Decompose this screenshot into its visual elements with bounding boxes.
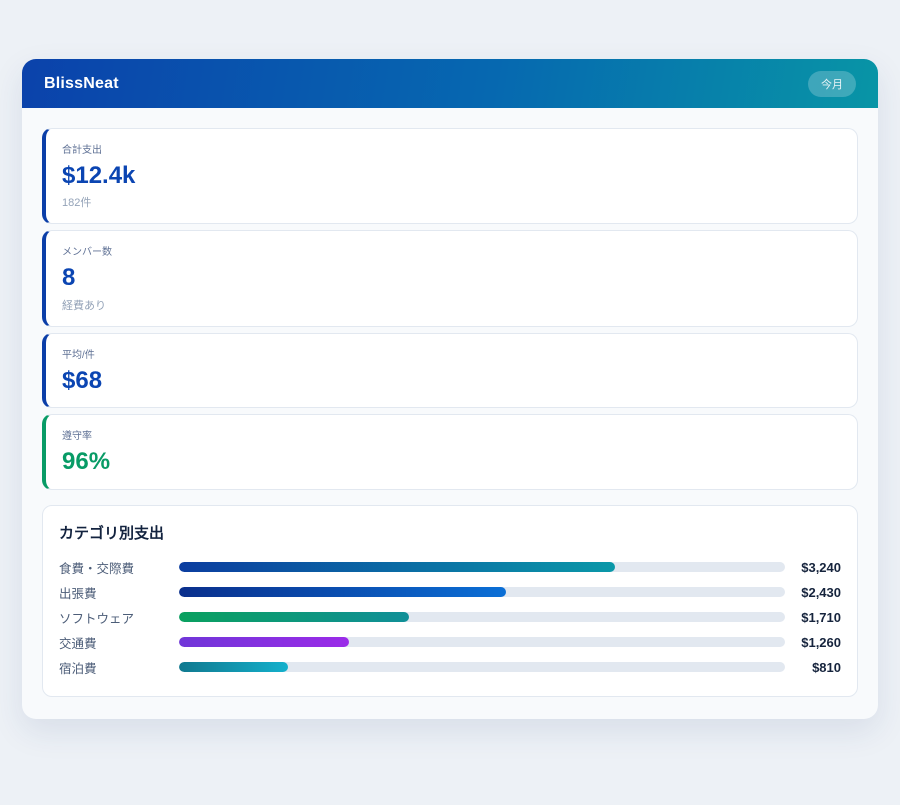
category-label: 食費・交際費	[59, 558, 179, 577]
stat-value: 8	[62, 265, 841, 291]
category-bar-fill	[179, 562, 615, 572]
stat-label: 平均/件	[62, 346, 841, 361]
app-title: BlissNeat	[44, 75, 119, 93]
category-bar-fill	[179, 612, 409, 622]
category-label: 交通費	[59, 633, 179, 652]
category-bar-track	[179, 637, 785, 647]
category-value: $2,430	[785, 585, 841, 600]
category-value: $3,240	[785, 560, 841, 575]
category-bar-track	[179, 587, 785, 597]
category-bar-fill	[179, 662, 288, 672]
stat-value: $68	[62, 368, 841, 394]
category-bar-fill	[179, 587, 506, 597]
stat-card-compliance-rate: 遵守率 96%	[42, 414, 858, 489]
stat-value: 96%	[62, 449, 841, 475]
stat-card-average-per-item: 平均/件 $68	[42, 333, 858, 408]
stat-sub: 経費あり	[62, 297, 841, 313]
stat-label: 遵守率	[62, 427, 841, 442]
category-value: $810	[785, 660, 841, 675]
stat-sub: 182件	[62, 194, 841, 210]
category-label: ソフトウェア	[59, 608, 179, 627]
category-section-title: カテゴリ別支出	[59, 522, 841, 543]
category-bar-track	[179, 612, 785, 622]
stat-card-total-spend: 合計支出 $12.4k 182件	[42, 128, 858, 224]
category-breakdown-card: カテゴリ別支出 食費・交際費 $3,240 出張費 $2,430 ソフトウェア …	[42, 505, 858, 697]
category-row: 出張費 $2,430	[59, 580, 841, 605]
category-bar-fill	[179, 637, 349, 647]
period-badge[interactable]: 今月	[808, 71, 856, 97]
category-row: 食費・交際費 $3,240	[59, 555, 841, 580]
category-bar-track	[179, 662, 785, 672]
category-row: 宿泊費 $810	[59, 655, 841, 680]
category-value: $1,710	[785, 610, 841, 625]
app-header: BlissNeat 今月	[22, 59, 878, 108]
dashboard-content: 合計支出 $12.4k 182件 メンバー数 8 経費あり 平均/件 $68 遵…	[22, 108, 878, 719]
dashboard-panel: BlissNeat 今月 合計支出 $12.4k 182件 メンバー数 8 経費…	[22, 59, 878, 719]
stat-value: $12.4k	[62, 163, 841, 189]
category-row: 交通費 $1,260	[59, 630, 841, 655]
category-row: ソフトウェア $1,710	[59, 605, 841, 630]
stat-label: 合計支出	[62, 141, 841, 156]
stat-label: メンバー数	[62, 243, 841, 258]
category-bar-track	[179, 562, 785, 572]
stat-card-member-count: メンバー数 8 経費あり	[42, 230, 858, 326]
category-value: $1,260	[785, 635, 841, 650]
category-label: 宿泊費	[59, 658, 179, 677]
category-label: 出張費	[59, 583, 179, 602]
